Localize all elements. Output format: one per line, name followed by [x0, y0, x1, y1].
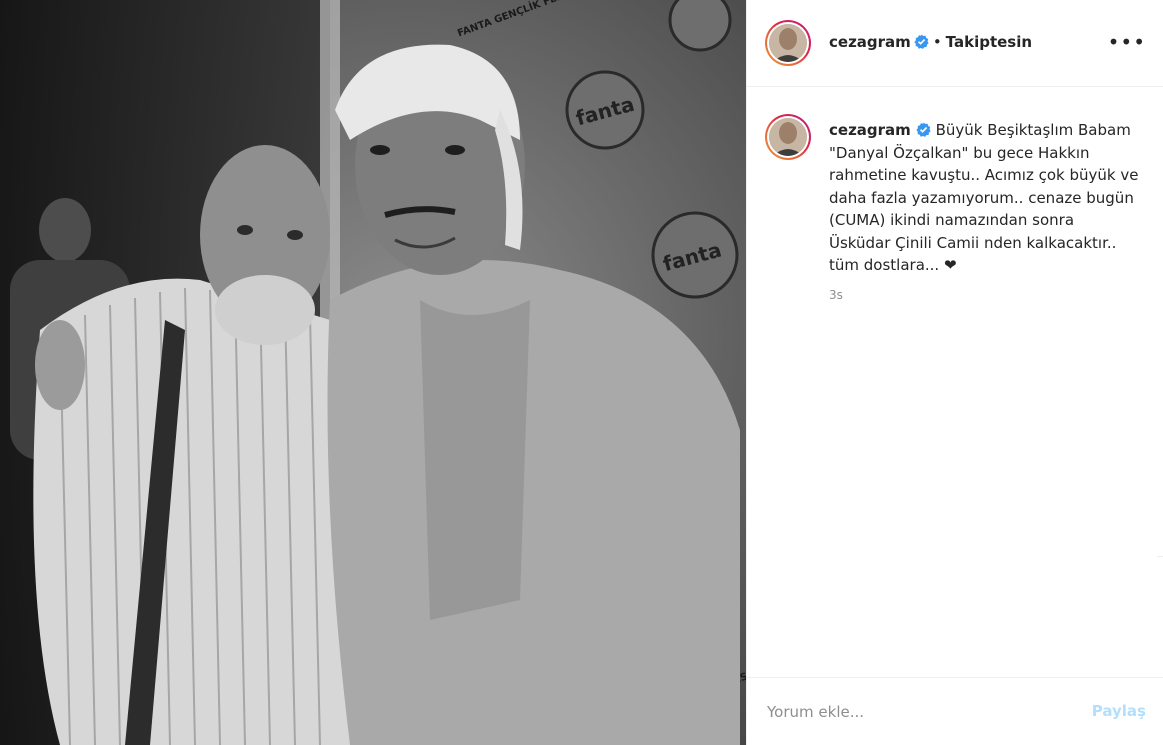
caption-username[interactable]: cezagram [829, 121, 911, 139]
post-photo[interactable]: fanta fanta fanta FANTA GENÇLİK FESTİVAL… [0, 0, 746, 745]
post-image: fanta fanta fanta FANTA GENÇLİK FESTİVAL… [0, 0, 746, 745]
caption-text: Büyük Beşiktaşlım Babam "Danyal Özçalkan… [829, 121, 1139, 274]
comment-input[interactable] [767, 698, 1067, 726]
share-button[interactable]: Paylaş [1092, 702, 1146, 720]
post-header: cezagram • Takiptesin ••• [747, 0, 1163, 87]
avatar-image [769, 24, 807, 62]
post-timestamp[interactable]: 3s [829, 288, 843, 302]
caption-text-block: cezagram Büyük Beşiktaşlım Babam "Danyal… [829, 119, 1139, 277]
more-options-icon[interactable]: ••• [1108, 30, 1146, 54]
header-line: cezagram • Takiptesin [829, 33, 1032, 51]
comment-bar: Paylaş [747, 677, 1163, 745]
follow-status-button[interactable]: Takiptesin [946, 33, 1032, 51]
caption-avatar-image [769, 118, 807, 156]
avatar[interactable] [765, 20, 811, 66]
caption-avatar[interactable] [765, 114, 811, 160]
divider [1157, 556, 1163, 557]
verified-badge-icon [914, 34, 929, 49]
header-username[interactable]: cezagram [829, 33, 911, 51]
caption-verified-badge-icon [916, 122, 931, 137]
post-side-panel: cezagram • Takiptesin ••• cezagram Büyük B… [746, 0, 1163, 745]
header-separator: • [932, 33, 942, 51]
